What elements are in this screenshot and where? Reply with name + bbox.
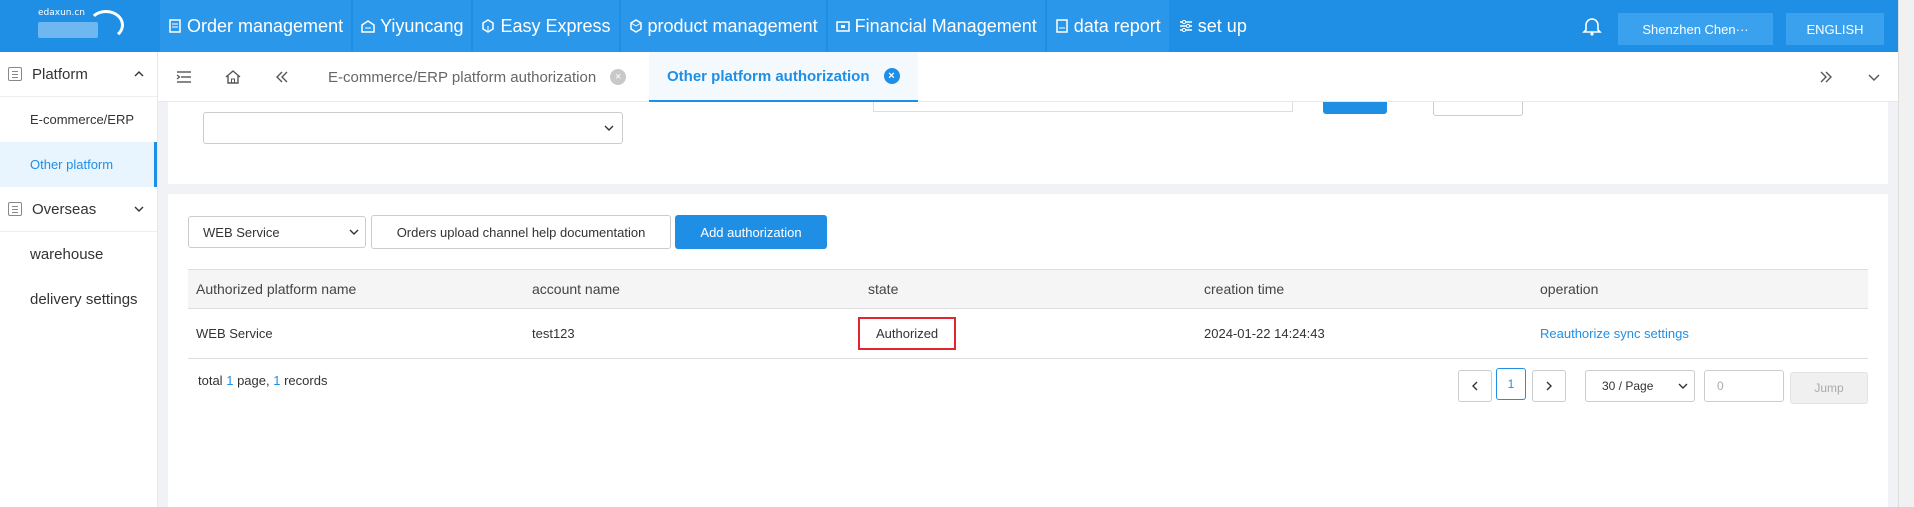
record-count: 1 bbox=[273, 373, 281, 388]
help-documentation-button[interactable]: Orders upload channel help documentation bbox=[371, 215, 671, 249]
nav-financial-management[interactable]: Financial Management bbox=[827, 0, 1045, 52]
column-header: account name bbox=[532, 281, 620, 297]
filter-select[interactable] bbox=[203, 112, 623, 144]
nav-order-management[interactable]: Order management bbox=[160, 0, 352, 52]
chevron-down-icon[interactable] bbox=[1866, 69, 1882, 85]
column-header: Authorized platform name bbox=[196, 281, 357, 297]
page-size-value: 30 / Page bbox=[1602, 379, 1654, 393]
chevron-left-icon bbox=[1472, 381, 1478, 391]
tab-ecommerce-erp-authorization[interactable]: E-commerce/ERP platform authorization × bbox=[328, 52, 627, 102]
sidebar-group-label: Platform bbox=[32, 65, 88, 83]
main-nav: Order management Yiyuncang Easy Express … bbox=[160, 0, 1257, 52]
finance-icon bbox=[835, 21, 850, 32]
sidebar-group-overseas[interactable]: Overseas bbox=[0, 187, 157, 232]
platform-select-value: WEB Service bbox=[203, 224, 280, 240]
summary-text: page, bbox=[237, 373, 270, 388]
column-header: creation time bbox=[1204, 281, 1285, 297]
package-icon bbox=[482, 19, 495, 33]
nav-product-management[interactable]: product management bbox=[620, 0, 826, 52]
vertical-scrollbar[interactable] bbox=[1898, 0, 1914, 507]
nav-label: data report bbox=[1073, 15, 1161, 36]
authorization-table: Authorized platform name account name st… bbox=[188, 269, 1868, 359]
list-icon bbox=[8, 67, 22, 81]
nav-label: product management bbox=[647, 15, 818, 36]
sidebar-item-delivery-settings[interactable]: delivery settings bbox=[0, 277, 157, 322]
bell-icon[interactable] bbox=[1581, 15, 1603, 37]
collapse-menu-icon[interactable] bbox=[176, 69, 192, 85]
jump-button[interactable]: Jump bbox=[1790, 372, 1868, 404]
chevron-down-icon bbox=[134, 206, 144, 212]
nav-data-report[interactable]: data report bbox=[1046, 0, 1169, 52]
summary-text: total bbox=[198, 373, 223, 388]
tab-label: E-commerce/ERP platform authorization bbox=[328, 68, 597, 86]
table-row: WEB Service test123 Authorized 2024-01-2… bbox=[188, 309, 1868, 359]
chevron-up-icon bbox=[134, 71, 144, 77]
report-icon bbox=[1055, 19, 1068, 33]
chevron-down-icon bbox=[349, 229, 359, 235]
chevron-down-icon bbox=[604, 125, 614, 131]
nav-easy-express[interactable]: Easy Express bbox=[473, 0, 619, 52]
sidebar: Platform E-commerce/ERP Other platform O… bbox=[0, 52, 158, 507]
prev-page-button[interactable] bbox=[1458, 370, 1492, 402]
page-number-button[interactable]: 1 bbox=[1496, 368, 1526, 400]
jump-page-input[interactable]: 0 bbox=[1704, 370, 1784, 402]
list-icon bbox=[8, 202, 22, 216]
box-icon bbox=[629, 19, 642, 33]
sidebar-group-label: Overseas bbox=[32, 200, 97, 218]
reauthorize-link[interactable]: Reauthorize sync settings bbox=[1532, 309, 1868, 358]
nav-yiyuncang[interactable]: Yiyuncang bbox=[353, 0, 472, 52]
nav-set-up[interactable]: set up bbox=[1171, 0, 1255, 52]
table-header: Authorized platform name account name st… bbox=[188, 269, 1868, 309]
account-name-cell: test123 bbox=[532, 326, 575, 341]
double-chevron-left-icon[interactable] bbox=[274, 69, 290, 85]
close-icon[interactable]: × bbox=[883, 68, 900, 84]
nav-label: Financial Management bbox=[854, 15, 1037, 36]
sliders-icon bbox=[1179, 19, 1192, 33]
status-badge: Authorized bbox=[858, 317, 957, 350]
creation-time-cell: 2024-01-22 14:24:43 bbox=[1204, 326, 1325, 341]
nav-label: set up bbox=[1197, 15, 1247, 36]
next-page-button[interactable] bbox=[1532, 370, 1566, 402]
document-icon bbox=[169, 19, 181, 33]
state-cell: Authorized bbox=[858, 309, 1196, 358]
tab-other-platform-authorization[interactable]: Other platform authorization × bbox=[649, 52, 918, 102]
warehouse-icon bbox=[361, 20, 375, 33]
top-nav-bar: edaxun.cn Order management Yiyuncang Eas… bbox=[0, 0, 1898, 52]
column-header: operation bbox=[1540, 281, 1599, 297]
nav-label: Yiyuncang bbox=[380, 15, 464, 36]
filter-panel bbox=[168, 102, 1888, 184]
nav-label: Order management bbox=[187, 15, 344, 36]
summary-text: records bbox=[284, 373, 328, 388]
search-button[interactable] bbox=[1323, 102, 1387, 114]
user-account-button[interactable]: Shenzhen Chen··· bbox=[1618, 13, 1773, 45]
platform-select[interactable]: WEB Service bbox=[188, 216, 366, 248]
chevron-down-icon bbox=[1678, 383, 1688, 389]
double-chevron-right-icon[interactable] bbox=[1818, 69, 1834, 85]
home-icon[interactable] bbox=[225, 69, 241, 85]
nav-label: Easy Express bbox=[500, 15, 611, 36]
column-header: state bbox=[868, 281, 899, 297]
sidebar-group-platform[interactable]: Platform bbox=[0, 52, 157, 97]
sidebar-item-ecommerce-erp[interactable]: E-commerce/ERP bbox=[0, 97, 157, 142]
sidebar-item-warehouse[interactable]: warehouse bbox=[0, 232, 157, 277]
add-authorization-button[interactable]: Add authorization bbox=[675, 215, 827, 249]
records-summary: total 1 page, 1 records bbox=[198, 373, 327, 388]
reset-button[interactable] bbox=[1433, 102, 1523, 116]
close-icon[interactable]: × bbox=[610, 69, 627, 85]
logo-swoosh-icon bbox=[88, 10, 124, 40]
page-count: 1 bbox=[226, 373, 234, 388]
chevron-right-icon bbox=[1546, 381, 1552, 391]
sidebar-item-other-platform[interactable]: Other platform bbox=[0, 142, 157, 187]
tab-label: Other platform authorization bbox=[667, 67, 870, 85]
language-button[interactable]: ENGLISH bbox=[1786, 13, 1884, 45]
page-size-select[interactable]: 30 / Page bbox=[1585, 370, 1695, 402]
logo-text: edaxun.cn bbox=[38, 8, 86, 18]
logo[interactable]: edaxun.cn bbox=[28, 6, 124, 46]
tab-bar: E-commerce/ERP platform authorization × … bbox=[158, 52, 1898, 102]
filter-input[interactable] bbox=[873, 102, 1293, 112]
main-panel: WEB Service Orders upload channel help d… bbox=[168, 194, 1888, 507]
platform-name-cell: WEB Service bbox=[196, 326, 273, 341]
